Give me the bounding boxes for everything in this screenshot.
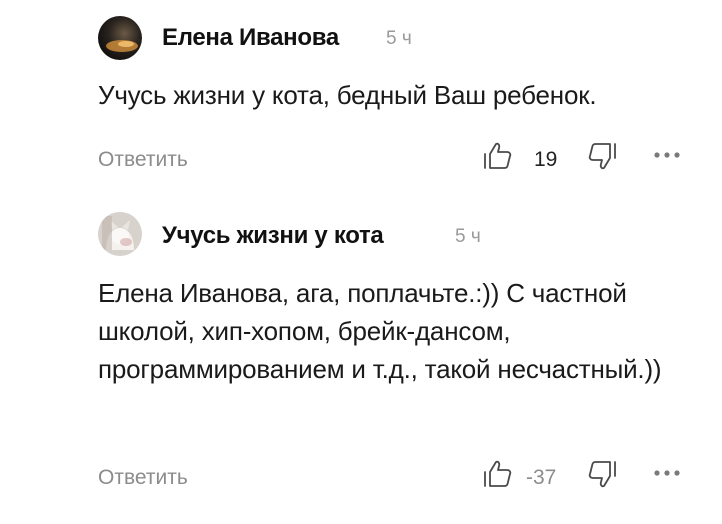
thumbs-down-icon[interactable] [586,140,618,172]
thumbs-up-icon[interactable] [482,458,514,490]
reply-button[interactable]: Ответить [98,148,188,172]
more-dots-icon[interactable] [652,148,682,162]
comment: Учусь жизни у кота 5 ч Елена Иванова, аг… [0,200,722,524]
more-dots-icon[interactable] [652,466,682,480]
comment-text: Елена Иванова, ага, поплачьте.:)) С част… [98,278,662,384]
like-count: -37 [526,466,557,489]
comment-text: Учусь жизни у кота, бедный Ваш ребенок. [98,80,597,110]
comment-time: 5 ч [386,28,412,49]
comment: Елена Иванова 5 ч Учусь жизни у кота, бе… [0,0,722,200]
like-count: 19 [534,148,558,171]
author-name[interactable]: Учусь жизни у кота [162,222,384,250]
thumbs-up-icon[interactable] [482,140,514,172]
author-avatar[interactable] [98,212,142,256]
author-name[interactable]: Елена Иванова [162,24,339,52]
author-avatar[interactable] [98,16,142,60]
comment-time: 5 ч [455,226,481,247]
reply-button[interactable]: Ответить [98,466,188,490]
thumbs-down-icon[interactable] [586,458,618,490]
